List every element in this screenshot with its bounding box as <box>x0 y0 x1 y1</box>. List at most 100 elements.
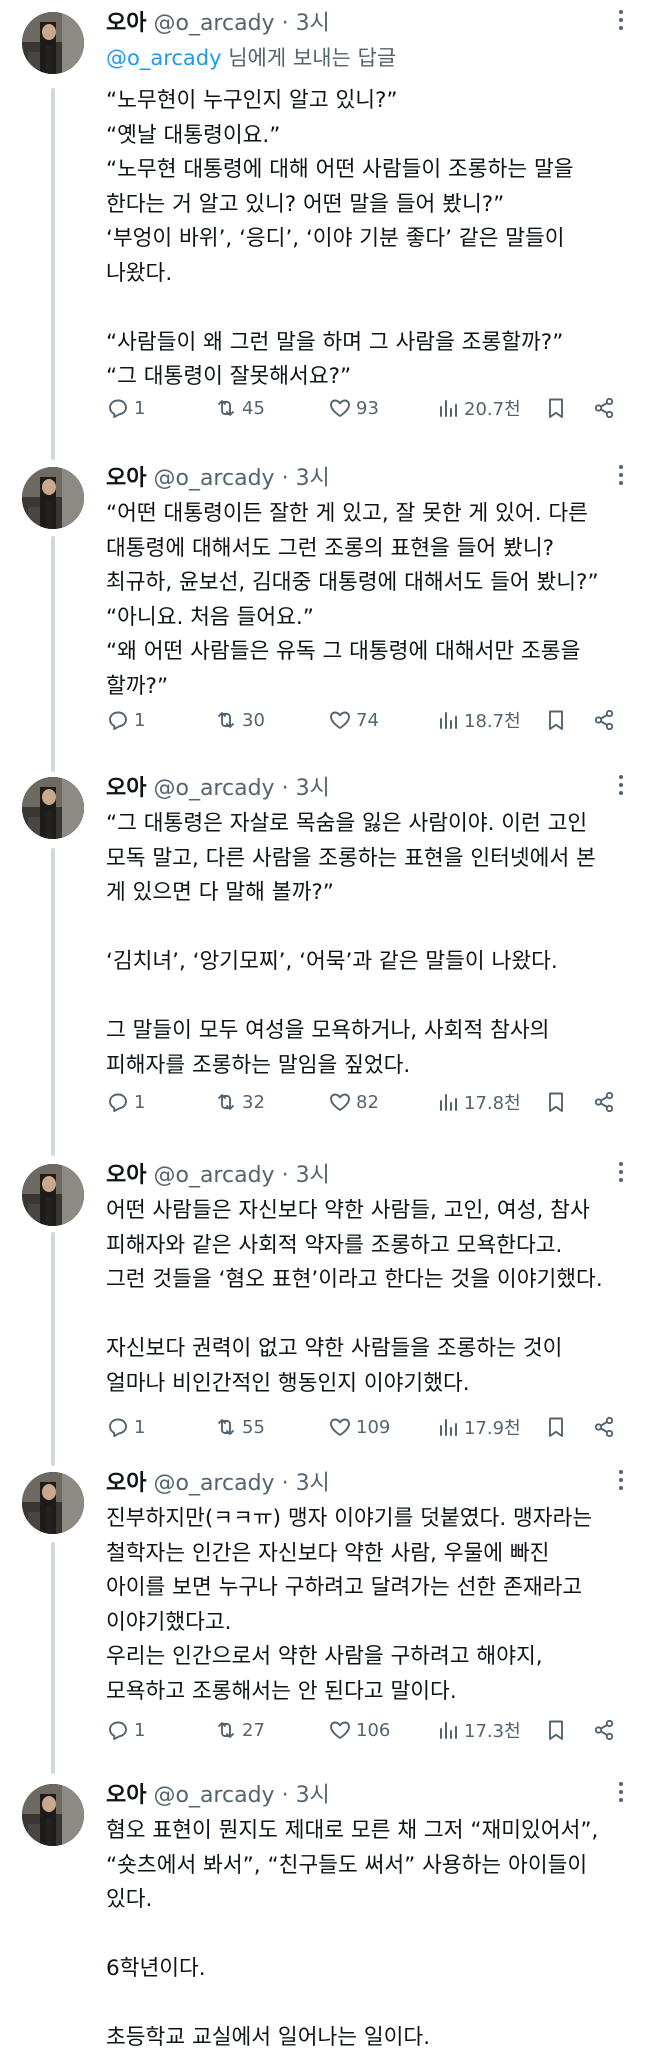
avatar[interactable] <box>22 777 84 839</box>
retweet-button[interactable]: 55 <box>214 1412 265 1442</box>
user-handle[interactable]: @o_arcady <box>153 1163 274 1188</box>
tweet-text-line: 할까?” <box>106 673 169 699</box>
timestamp[interactable]: 3시 <box>296 466 330 491</box>
retweet-icon <box>218 712 234 728</box>
views-chart-icon <box>440 1419 457 1436</box>
separator-dot: · <box>281 11 289 36</box>
reply-button[interactable]: 1 <box>106 1087 145 1117</box>
share-button[interactable] <box>592 1412 620 1442</box>
tweet-text-line: “노무현이 누구인지 알고 있니?” <box>106 88 398 113</box>
separator-dot: · <box>281 1163 289 1188</box>
share-icon <box>594 1091 614 1113</box>
more-options-icon[interactable] <box>617 1162 625 1188</box>
timestamp[interactable]: 3시 <box>296 1783 330 1808</box>
bookmark-button[interactable] <box>544 705 572 735</box>
bookmark-button[interactable] <box>544 1715 572 1745</box>
reply-mention-link[interactable]: @o_arcady <box>106 46 222 70</box>
retweet-count: 45 <box>242 397 265 419</box>
tweet-text-line: 모욕하고 조롱해서는 안 된다고 말이다. <box>106 1678 457 1704</box>
more-options-icon[interactable] <box>617 775 625 801</box>
more-options-icon[interactable] <box>617 1470 625 1496</box>
tweet-text-line: “숏츠에서 봐서”, “친구들도 써서” 사용하는 아이들이 <box>106 1852 588 1878</box>
like-button[interactable]: 93 <box>328 393 379 423</box>
reply-icon <box>109 1093 127 1112</box>
tweet[interactable]: 오아 @o_arcady · 3시 @o_arcady 님에게 보내는 답글 “… <box>0 0 647 420</box>
share-icon <box>594 397 614 419</box>
tweet-text-line: 피해자와 같은 사회적 약자를 조롱하고 모욕한다고. <box>106 1232 563 1258</box>
heart-icon <box>330 711 350 729</box>
tweet-text-line: 철학자는 인간은 자신보다 약한 사람, 우물에 빠진 <box>106 1540 550 1566</box>
views-button[interactable]: 18.7천 <box>436 705 521 735</box>
retweet-button[interactable]: 45 <box>214 393 265 423</box>
share-button[interactable] <box>592 1715 620 1745</box>
views-button[interactable]: 17.8천 <box>436 1087 521 1117</box>
display-name[interactable]: 오아 <box>106 11 146 36</box>
tweet-text-line: 그 말들이 모두 여성을 모욕하거나, 사회적 참사의 <box>106 1018 550 1043</box>
tweet-text-line: 게 있으면 다 말해 볼까?” <box>106 880 334 905</box>
more-options-icon[interactable] <box>617 10 625 36</box>
display-name[interactable]: 오아 <box>106 466 146 491</box>
share-button[interactable] <box>592 393 620 423</box>
display-name[interactable]: 오아 <box>106 776 146 801</box>
timestamp[interactable]: 3시 <box>296 11 330 36</box>
retweet-button[interactable]: 32 <box>214 1087 265 1117</box>
bookmark-button[interactable] <box>544 393 572 423</box>
reply-button[interactable]: 1 <box>106 393 145 423</box>
tweet[interactable]: 오아 @o_arcady · 3시 혐오 표현이 뭔지도 제대로 모른 채 그저… <box>0 1772 647 2072</box>
like-button[interactable]: 74 <box>328 705 379 735</box>
user-handle[interactable]: @o_arcady <box>153 1471 274 1496</box>
display-name[interactable]: 오아 <box>106 1163 146 1188</box>
tweet[interactable]: 오아 @o_arcady · 3시 진부하지만(ㅋㅋㅠ) 맹자 이야기를 덧붙였… <box>0 1460 647 1760</box>
user-handle[interactable]: @o_arcady <box>153 11 274 36</box>
view-count: 17.8천 <box>464 1093 521 1114</box>
tweet-text-line: 혐오 표현이 뭔지도 제대로 모른 채 그저 “재미있어서”, <box>106 1818 599 1843</box>
views-button[interactable]: 20.7천 <box>436 393 521 423</box>
separator-dot: · <box>281 776 289 801</box>
like-button[interactable]: 109 <box>328 1412 390 1442</box>
tweet[interactable]: 오아 @o_arcady · 3시 어떤 사람들은 자신보다 약한 사람들, 고… <box>0 1152 647 1452</box>
like-button[interactable]: 106 <box>328 1715 390 1745</box>
user-handle[interactable]: @o_arcady <box>153 1783 274 1808</box>
tweet-text-line: 진부하지만(ㅋㅋㅠ) 맹자 이야기를 덧붙였다. 맹자라는 <box>106 1506 593 1531</box>
share-icon <box>594 1719 614 1741</box>
separator-dot: · <box>281 1471 289 1496</box>
more-options-icon[interactable] <box>617 465 625 491</box>
share-button[interactable] <box>592 705 620 735</box>
tweet-text-line: “왜 어떤 사람들은 유독 그 대통령에 대해서만 조롱을 <box>106 639 581 664</box>
tweet-text-line: 이야기했다고. <box>106 1609 232 1635</box>
reply-button[interactable]: 1 <box>106 1715 145 1745</box>
avatar[interactable] <box>22 1472 84 1534</box>
timestamp[interactable]: 3시 <box>296 1163 330 1188</box>
avatar[interactable] <box>22 1164 84 1226</box>
avatar[interactable] <box>22 1784 84 1846</box>
tweet-text-line: 있다. <box>106 1887 153 1912</box>
avatar[interactable] <box>22 467 84 529</box>
user-handle[interactable]: @o_arcady <box>153 776 274 801</box>
user-handle[interactable]: @o_arcady <box>153 466 274 491</box>
tweet-header: 오아 @o_arcady · 3시 <box>106 1468 330 1500</box>
reply-button[interactable]: 1 <box>106 705 145 735</box>
retweet-button[interactable]: 27 <box>214 1715 265 1745</box>
retweet-button[interactable]: 30 <box>214 705 265 735</box>
bookmark-button[interactable] <box>544 1412 572 1442</box>
tweet[interactable]: 오아 @o_arcady · 3시 “그 대통령은 자살로 목숨을 잃은 사람이… <box>0 765 647 1114</box>
reply-button[interactable]: 1 <box>106 1412 145 1442</box>
avatar[interactable] <box>22 12 84 74</box>
tweet[interactable]: 오아 @o_arcady · 3시 “어떤 대통령이든 잘한 게 있고, 잘 못… <box>0 455 647 755</box>
tweet-text-line: 얼마나 비인간적인 행동인지 이야기했다. <box>106 1370 470 1396</box>
display-name[interactable]: 오아 <box>106 1783 146 1808</box>
share-button[interactable] <box>592 1087 620 1117</box>
views-button[interactable]: 17.3천 <box>436 1715 521 1745</box>
share-icon <box>594 1416 614 1438</box>
more-options-icon[interactable] <box>617 1782 625 1808</box>
tweet-text-line: “옛날 대통령이요.” <box>106 122 281 148</box>
like-button[interactable]: 82 <box>328 1087 379 1117</box>
timestamp[interactable]: 3시 <box>296 776 330 801</box>
tweet-text-line: 모독 말고, 다른 사람을 조롱하는 표현을 인터넷에서 본 <box>106 845 596 871</box>
display-name[interactable]: 오아 <box>106 1471 146 1496</box>
tweet-text: “노무현이 누구인지 알고 있니?” “옛날 대통령이요.” “노무현 대통령에 대… <box>106 84 626 395</box>
views-button[interactable]: 17.9천 <box>436 1412 521 1442</box>
timestamp[interactable]: 3시 <box>296 1471 330 1496</box>
bookmark-button[interactable] <box>544 1087 572 1117</box>
